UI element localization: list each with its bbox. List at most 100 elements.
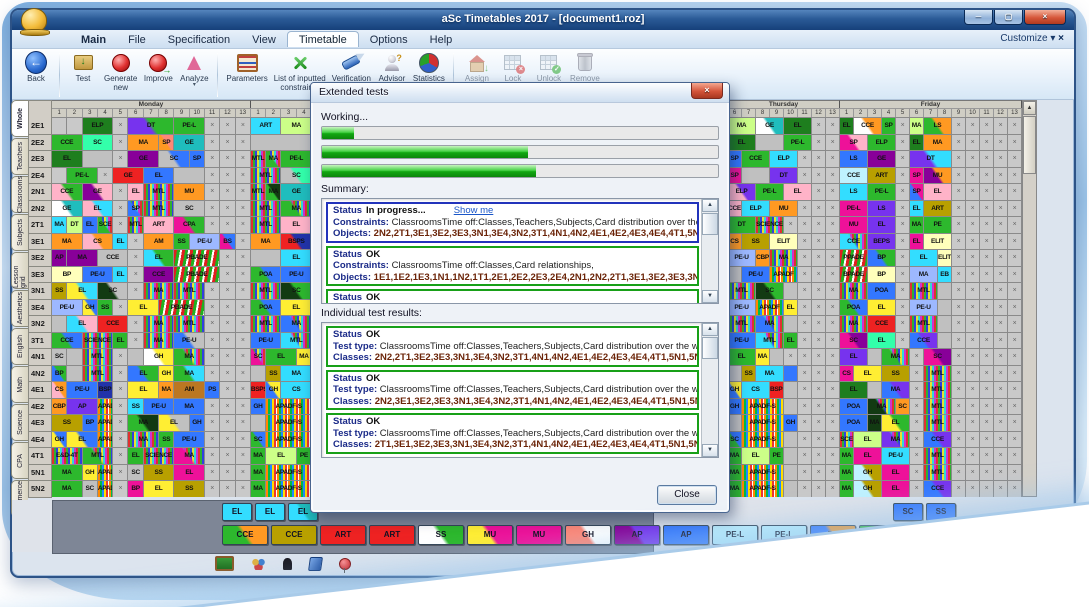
timetable-cell[interactable]: × xyxy=(994,365,1008,382)
timetable-cell[interactable]: MU xyxy=(174,183,205,200)
timetable-cell[interactable]: × xyxy=(952,266,966,283)
timetable-cell[interactable]: × xyxy=(994,348,1008,365)
timetable-cell[interactable]: MA xyxy=(251,464,266,481)
timetable-cell[interactable]: × xyxy=(1008,150,1022,167)
timetable-cell[interactable]: PE-U xyxy=(882,447,910,464)
timetable-cell[interactable]: × xyxy=(980,200,994,217)
timetable-cell[interactable]: DT xyxy=(728,216,756,233)
timetable-cell[interactable]: × xyxy=(236,167,251,184)
timetable-cell[interactable]: GE xyxy=(756,117,784,134)
minimize-button[interactable]: ─ xyxy=(964,10,993,25)
timetable-cell[interactable]: APADF xyxy=(98,464,113,481)
timetable-cell[interactable]: × xyxy=(98,167,113,184)
timetable-cell[interactable]: × xyxy=(826,266,840,283)
timetable-cell[interactable]: × xyxy=(1008,348,1022,365)
class-row-header[interactable]: 3E2 xyxy=(28,250,52,267)
timetable-cell[interactable]: × xyxy=(220,464,235,481)
timetable-cell[interactable]: × xyxy=(220,266,235,283)
tab-file[interactable]: File xyxy=(117,32,157,47)
timetable-cell[interactable]: × xyxy=(966,299,980,316)
timetable-cell[interactable]: × xyxy=(1008,447,1022,464)
timetable-cell[interactable] xyxy=(784,480,798,497)
timetable-cell[interactable]: LS xyxy=(868,200,896,217)
timetable-cell[interactable]: × xyxy=(952,480,966,497)
timetable-cell[interactable]: × xyxy=(220,200,235,217)
timetable-cell[interactable]: MA xyxy=(128,134,159,151)
timetable-cell[interactable]: PE-U xyxy=(728,332,756,349)
timetable-cell[interactable]: × xyxy=(812,431,826,448)
timetable-cell[interactable] xyxy=(251,134,312,151)
show-me-link[interactable]: Show me xyxy=(454,205,494,216)
timetable-cell[interactable]: × xyxy=(994,464,1008,481)
timetable-cell[interactable]: × xyxy=(1008,200,1022,217)
timetable-cell[interactable] xyxy=(938,315,952,332)
timetable-cell[interactable]: PE-L xyxy=(67,167,98,184)
timetable-cell[interactable]: × xyxy=(128,282,143,299)
class-row-header[interactable]: 4E3 xyxy=(28,415,52,432)
timetable-cell[interactable]: EL xyxy=(784,299,798,316)
timetable-cell[interactable]: × xyxy=(220,134,235,151)
class-row-header[interactable]: 2E2 xyxy=(28,135,52,152)
timetable-cell[interactable]: BPADE xyxy=(840,266,868,283)
timetable-cell[interactable]: MA xyxy=(144,332,175,349)
class-row-header[interactable]: 4N2 xyxy=(28,366,52,383)
timetable-cell[interactable]: SS xyxy=(174,480,205,497)
unplaced-card[interactable]: CCE xyxy=(271,525,317,545)
timetable-cell[interactable]: MU xyxy=(770,200,798,217)
timetable-cell[interactable]: MA xyxy=(728,117,756,134)
timetable-cell[interactable] xyxy=(128,348,143,365)
timetable-cell[interactable]: × xyxy=(826,282,840,299)
timetable-cell[interactable]: SC xyxy=(98,282,129,299)
timetable-cell[interactable]: MA xyxy=(910,266,938,283)
timetable-cell[interactable]: SC xyxy=(83,480,98,497)
timetable-cell[interactable]: CCE xyxy=(98,315,129,332)
timetable-cell[interactable]: MTL xyxy=(251,216,282,233)
timetable-cell[interactable]: × xyxy=(952,365,966,382)
timetable-cell[interactable]: MA xyxy=(840,315,868,332)
timetable-cell[interactable]: × xyxy=(966,315,980,332)
timetable-cell[interactable]: × xyxy=(966,183,980,200)
timetable-cell[interactable]: GE xyxy=(174,134,205,151)
timetable-cell[interactable]: × xyxy=(220,299,235,316)
timetable-cell[interactable]: × xyxy=(798,332,812,349)
timetable-cell[interactable]: EL xyxy=(882,480,910,497)
timetable-cell[interactable]: ART xyxy=(251,117,282,134)
timetable-cell[interactable]: × xyxy=(994,299,1008,316)
timetable-cell[interactable] xyxy=(784,365,798,382)
timetable-cell[interactable]: × xyxy=(812,398,826,415)
timetable-cell[interactable]: × xyxy=(236,431,251,448)
timetable-cell[interactable]: PE-U xyxy=(52,299,83,316)
timetable-cell[interactable]: SC xyxy=(251,431,266,448)
button-test[interactable]: ↓Test xyxy=(65,51,101,84)
timetable-cell[interactable]: × xyxy=(826,332,840,349)
timetable-cell[interactable]: MA xyxy=(174,398,205,415)
timetable-cell[interactable]: MA xyxy=(882,348,910,365)
timetable-cell[interactable]: APADF-S xyxy=(266,398,312,415)
timetable-cell[interactable]: × xyxy=(952,249,966,266)
timetable-cell[interactable]: MTL xyxy=(144,200,175,217)
timetable-cell[interactable]: MA xyxy=(52,216,67,233)
sidebar-tab-math[interactable]: Math xyxy=(11,366,28,403)
timetable-cell[interactable]: × xyxy=(798,150,812,167)
timetable-cell[interactable]: MA xyxy=(281,117,312,134)
timetable-cell[interactable]: MA xyxy=(52,480,83,497)
timetable-cell[interactable]: × xyxy=(812,332,826,349)
timetable-cell[interactable]: APADF-S xyxy=(742,431,784,448)
timetable-cell[interactable]: EL xyxy=(174,464,205,481)
timetable-cell[interactable]: SS xyxy=(266,365,281,382)
timetable-cell[interactable]: APADF-S xyxy=(266,480,312,497)
timetable-cell[interactable]: POA xyxy=(840,398,868,415)
timetable-cell[interactable]: × xyxy=(113,348,128,365)
timetable-cell[interactable] xyxy=(728,365,742,382)
timetable-cell[interactable]: SC xyxy=(728,431,742,448)
timetable-cell[interactable]: EL xyxy=(742,447,770,464)
timetable-cell[interactable] xyxy=(868,381,882,398)
timetable-cell[interactable]: EL xyxy=(159,414,190,431)
timetable-cell[interactable]: GH xyxy=(266,381,281,398)
sidebar-tab-classrooms[interactable]: Classrooms xyxy=(11,176,28,213)
timetable-cell[interactable]: POA xyxy=(840,299,868,316)
timetable-cell[interactable]: × xyxy=(798,381,812,398)
timetable-cell[interactable]: SCE xyxy=(98,216,113,233)
timetable-cell[interactable]: × xyxy=(236,464,251,481)
timetable-cell[interactable]: MA xyxy=(159,381,174,398)
